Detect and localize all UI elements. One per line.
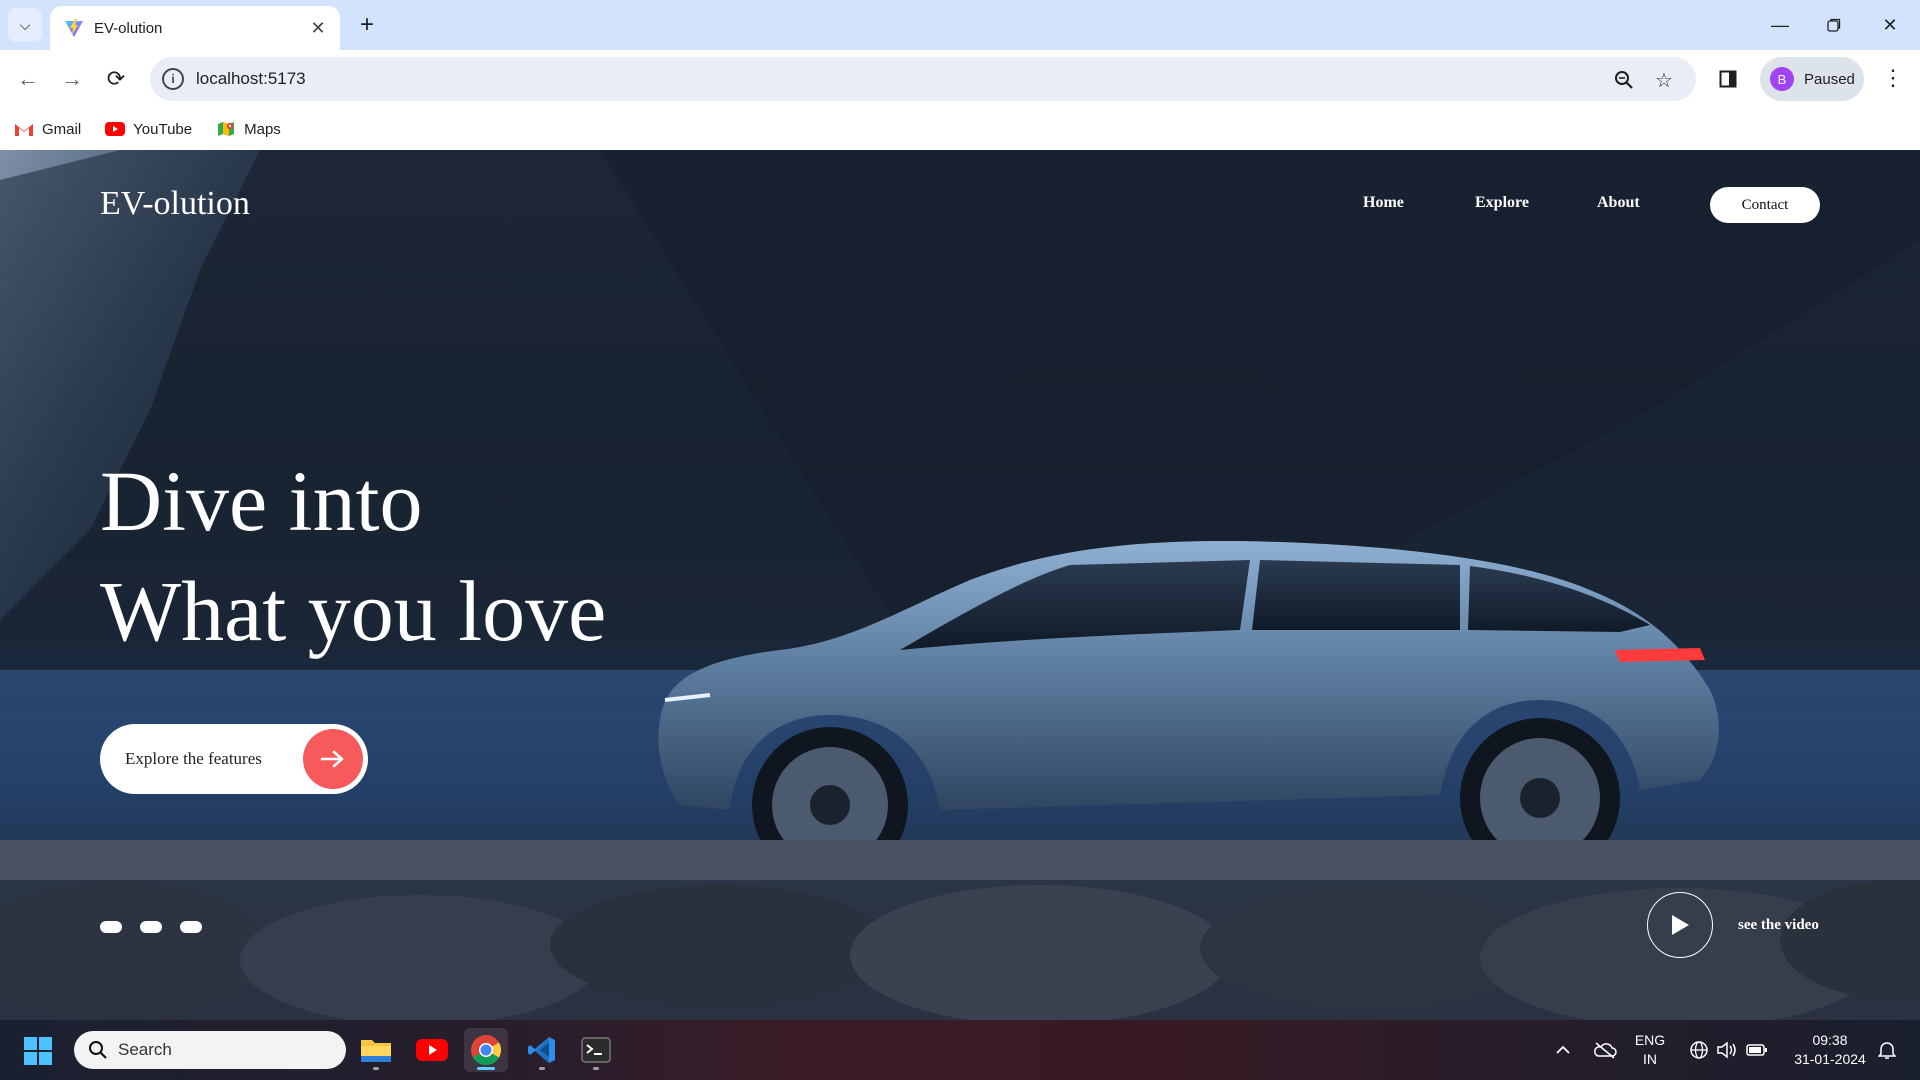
vscode-icon <box>528 1037 555 1063</box>
search-icon <box>89 1041 107 1059</box>
notification-bell-icon[interactable] <box>1872 1020 1902 1080</box>
battery-icon[interactable] <box>1742 1020 1772 1080</box>
chrome-icon <box>471 1035 502 1066</box>
volume-icon[interactable] <box>1712 1020 1742 1080</box>
close-tab-icon[interactable]: ✕ <box>304 14 332 42</box>
chrome-app[interactable] <box>464 1028 508 1072</box>
browser-toolbar: ← → ⟳ i localhost:5173 ☆ B Paused ⋮ <box>0 50 1920 108</box>
bookmark-maps[interactable]: Maps <box>216 121 281 138</box>
vite-favicon-icon <box>65 19 83 37</box>
site-logo[interactable]: EV-olution <box>100 185 250 223</box>
restore-icon <box>1827 18 1841 32</box>
bookmark-star-icon[interactable]: ☆ <box>1650 66 1678 94</box>
zoom-icon[interactable] <box>1610 66 1638 94</box>
tab-title: EV-olution <box>94 19 163 37</box>
network-icon[interactable] <box>1684 1020 1714 1080</box>
address-bar[interactable]: i localhost:5173 ☆ <box>150 57 1696 101</box>
app-indicator <box>539 1067 545 1070</box>
side-panel-icon[interactable] <box>1716 67 1740 91</box>
tab-search-button[interactable]: ⌵ <box>8 8 42 42</box>
app-indicator <box>373 1067 379 1070</box>
chevron-down-icon: ⌵ <box>19 16 31 33</box>
play-icon <box>1672 915 1689 935</box>
youtube-icon <box>105 121 126 137</box>
language-indicator[interactable]: ENG IN <box>1630 1020 1670 1080</box>
terminal-icon <box>581 1037 611 1063</box>
vscode-app[interactable] <box>520 1028 564 1072</box>
youtube-app[interactable] <box>410 1028 454 1072</box>
hero-heading-line-1: Dive into <box>100 453 423 549</box>
clock-time: 09:38 <box>1812 1032 1848 1048</box>
restore-button[interactable] <box>1806 0 1862 50</box>
site-info-icon[interactable]: i <box>162 68 184 90</box>
profile-status: Paused <box>1804 70 1855 88</box>
contact-button[interactable]: Contact <box>1710 187 1820 223</box>
forward-button[interactable]: → <box>54 61 90 97</box>
bookmark-label: Gmail <box>42 120 82 138</box>
url-text[interactable]: localhost:5173 <box>196 69 306 89</box>
slide-dot-3[interactable] <box>180 921 202 933</box>
explore-features-label: Explore the features <box>125 749 262 768</box>
terminal-app[interactable] <box>574 1028 618 1072</box>
windows-start-icon[interactable] <box>24 1037 52 1065</box>
file-explorer-app[interactable] <box>354 1028 398 1072</box>
show-hidden-icons-icon[interactable] <box>1548 1020 1578 1080</box>
gmail-icon <box>14 121 34 137</box>
browser-tab[interactable]: EV-olution ✕ <box>50 6 340 50</box>
forward-arrow-icon: → <box>61 66 83 91</box>
see-video-label[interactable]: see the video <box>1738 917 1819 934</box>
clock[interactable]: 09:38 31-01-2024 <box>1782 1020 1878 1080</box>
avatar: B <box>1770 67 1794 91</box>
hero-heading-line-2: What you love <box>100 563 607 659</box>
bookmark-youtube[interactable]: YouTube <box>105 121 192 138</box>
profile-button[interactable]: B Paused <box>1760 57 1864 101</box>
language-code: ENG <box>1634 1032 1666 1048</box>
new-tab-button[interactable]: + <box>352 10 382 40</box>
back-arrow-icon: ← <box>17 66 39 91</box>
nav-explore-link[interactable]: Explore <box>1475 194 1529 212</box>
play-video-button[interactable] <box>1647 892 1713 958</box>
taskbar-search[interactable]: Search <box>74 1031 346 1069</box>
bookmark-gmail[interactable]: Gmail <box>14 121 81 138</box>
electric-car-image <box>658 540 1719 860</box>
clock-date: 31-01-2024 <box>1794 1051 1866 1067</box>
back-button[interactable]: ← <box>10 61 46 97</box>
more-menu-icon[interactable]: ⋮ <box>1878 63 1908 93</box>
app-indicator <box>593 1067 599 1070</box>
region-code: IN <box>1643 1051 1657 1067</box>
search-placeholder: Search <box>118 1040 172 1059</box>
maps-icon <box>216 121 236 137</box>
bookmark-label: YouTube <box>133 120 193 138</box>
reload-icon: ⟳ <box>106 66 126 91</box>
arrow-right-icon <box>303 729 363 789</box>
nav-home-link[interactable]: Home <box>1363 194 1404 212</box>
windows-taskbar: Search ENG IN 09:38 31-01-2024 <box>0 1020 1920 1080</box>
app-indicator-active <box>477 1067 495 1070</box>
slide-dot-1[interactable] <box>100 921 122 933</box>
file-explorer-icon <box>361 1040 391 1062</box>
close-window-button[interactable]: ✕ <box>1862 0 1918 50</box>
slide-dot-2[interactable] <box>140 921 162 933</box>
reload-button[interactable]: ⟳ <box>98 61 134 97</box>
onedrive-offline-icon[interactable] <box>1590 1020 1620 1080</box>
bookmark-label: Maps <box>244 120 281 138</box>
minimize-button[interactable]: — <box>1752 0 1808 50</box>
browser-tab-bar: ⌵ EV-olution ✕ + — ✕ <box>0 0 1920 50</box>
foreground-rocks <box>0 840 1920 1020</box>
nav-about-link[interactable]: About <box>1597 194 1640 212</box>
hero-section: EV-olution Home Explore About Contact Di… <box>0 150 1920 1020</box>
bookmarks-bar: Gmail YouTube Maps <box>0 108 1920 150</box>
youtube-icon <box>416 1039 448 1061</box>
explore-features-button[interactable]: Explore the features <box>100 724 368 794</box>
